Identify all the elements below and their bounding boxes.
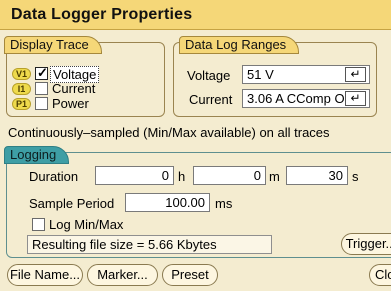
- power-trace-label[interactable]: Power: [52, 96, 89, 111]
- current-range-enter-icon[interactable]: ↵: [345, 91, 366, 106]
- voltage-trace-checkbox[interactable]: [35, 65, 48, 81]
- preset-button[interactable]: Preset: [162, 264, 218, 286]
- power-trace-badge: P1: [12, 98, 31, 110]
- file-size-text: Resulting file size = 5.66 Kbytes: [32, 237, 217, 252]
- logging-tab: Logging: [4, 146, 70, 164]
- sample-period-unit-label: ms: [215, 196, 233, 211]
- current-range-value: 3.06 A CComp On: [247, 91, 352, 106]
- data-logger-properties-dialog: Data Logger Properties Display Trace V1 …: [0, 0, 391, 291]
- current-trace-checkbox[interactable]: [35, 82, 48, 95]
- current-trace-label[interactable]: Current: [52, 81, 95, 96]
- marker-button[interactable]: Marker...: [87, 264, 158, 286]
- file-size-display: Resulting file size = 5.66 Kbytes: [27, 235, 272, 254]
- current-range-label: Current: [189, 92, 233, 107]
- close-button[interactable]: Close: [369, 264, 391, 286]
- display-trace-tab: Display Trace: [4, 36, 102, 54]
- dialog-title: Data Logger Properties: [11, 6, 193, 23]
- voltage-trace-badge: V1: [12, 68, 31, 80]
- voltage-range-enter-icon[interactable]: ↵: [345, 67, 366, 82]
- seconds-unit-label: s: [352, 169, 359, 184]
- hours-unit-label: h: [178, 169, 186, 184]
- sample-period-label: Sample Period: [29, 196, 115, 211]
- sample-period-field[interactable]: 100.00: [125, 193, 210, 212]
- file-name-button[interactable]: File Name...: [7, 264, 83, 286]
- minutes-unit-label: m: [269, 169, 280, 184]
- duration-seconds-field[interactable]: 30: [286, 166, 348, 185]
- voltage-range-value: 51 V: [247, 67, 274, 82]
- title-bar: Data Logger Properties: [0, 0, 391, 30]
- log-minmax-label[interactable]: Log Min/Max: [49, 217, 123, 232]
- voltage-range-label: Voltage: [187, 68, 231, 83]
- trigger-button[interactable]: Trigger...: [341, 233, 391, 255]
- data-log-ranges-tab: Data Log Ranges: [179, 36, 300, 54]
- current-trace-badge: I1: [12, 83, 31, 95]
- log-minmax-checkbox[interactable]: [32, 218, 45, 231]
- duration-minutes-field[interactable]: 0: [193, 166, 266, 185]
- duration-hours-field[interactable]: 0: [95, 166, 174, 185]
- power-trace-checkbox[interactable]: [35, 97, 48, 110]
- sampling-info-text: Continuously–sampled (Min/Max available)…: [8, 125, 330, 140]
- duration-label: Duration: [29, 169, 79, 184]
